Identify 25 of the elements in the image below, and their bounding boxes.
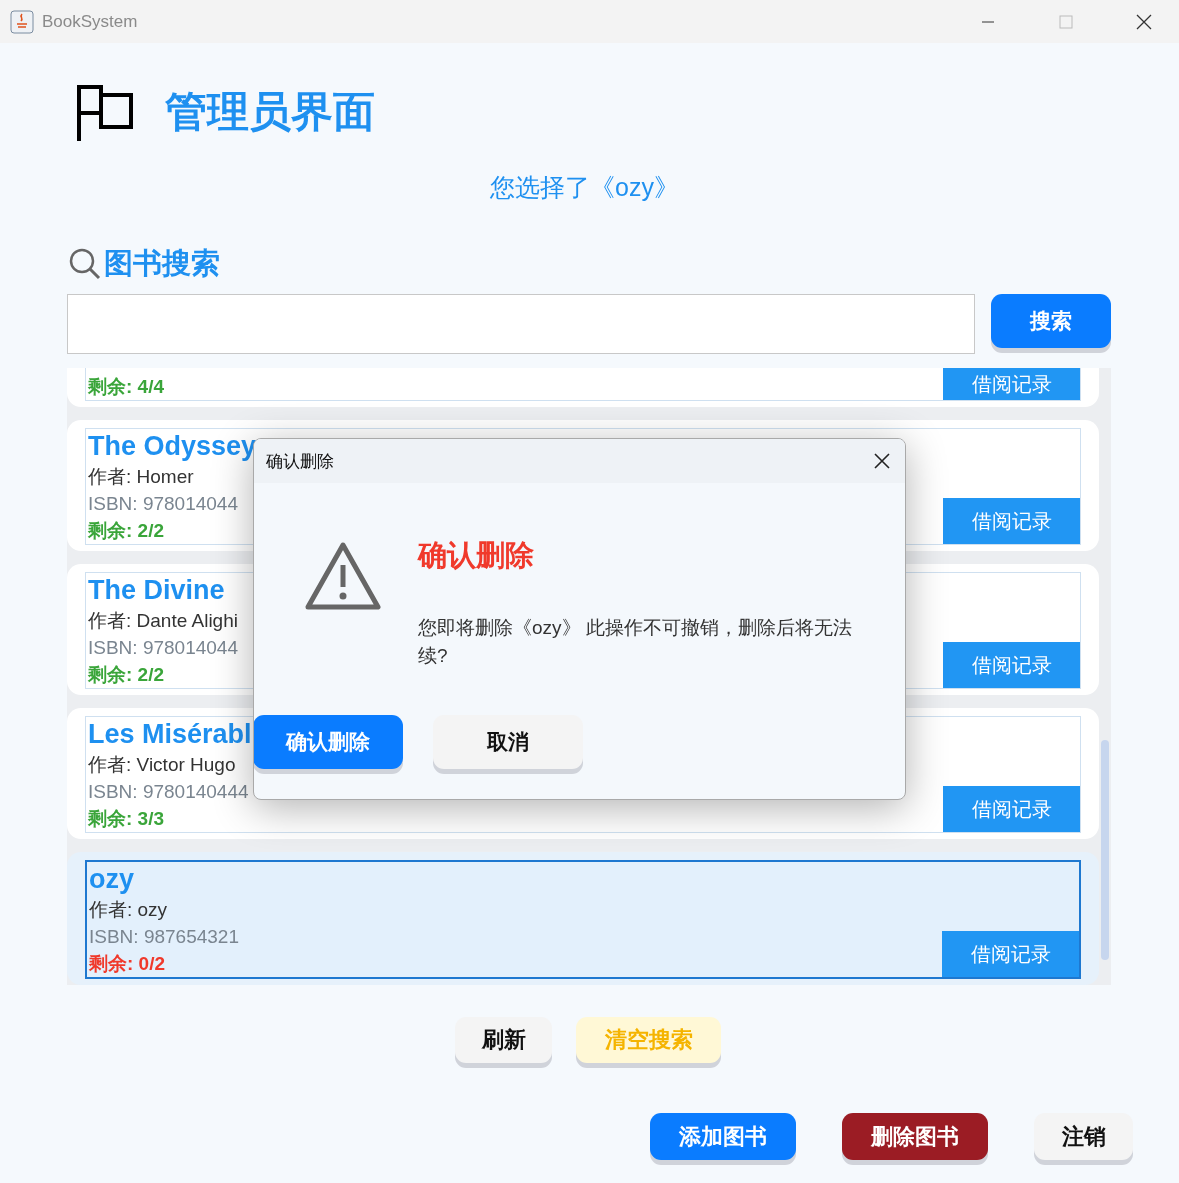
window-title: BookSystem bbox=[42, 11, 139, 32]
book-remaining: 剩余: 2/2 bbox=[88, 519, 165, 543]
book-remaining: 剩余: 0/2 bbox=[89, 952, 166, 976]
book-author: 作者: Victor Hugo bbox=[88, 753, 236, 777]
search-label: 图书搜索 bbox=[104, 246, 220, 281]
book-title: ozy bbox=[89, 863, 134, 896]
book-remaining: 剩余: 2/2 bbox=[88, 663, 165, 687]
selection-text: 您选择了《ozy》 bbox=[490, 173, 679, 201]
book-author: 作者: Dante Alighi bbox=[88, 609, 238, 633]
book-title: The Odyssey bbox=[88, 430, 257, 463]
dialog-message-line: 续? bbox=[418, 644, 449, 668]
book-isbn: ISBN: 978014044 bbox=[88, 492, 238, 516]
book-isbn: ISBN: 987654321 bbox=[89, 925, 239, 949]
book-author: 作者: ozy bbox=[89, 898, 168, 922]
book-title: The Divine bbox=[88, 574, 225, 607]
dialog-message-line: 您即将删除《ozy》 此操作不可撤销，删除后将无法 bbox=[418, 616, 852, 640]
dialog-heading: 确认删除 bbox=[418, 538, 535, 573]
dialog-title: 确认删除 bbox=[266, 450, 334, 473]
book-title: Les Misérabl bbox=[88, 718, 252, 751]
book-remaining: 剩余: 4/4 bbox=[88, 375, 165, 399]
book-isbn: ISBN: 9780140444 bbox=[88, 780, 249, 804]
book-remaining: 剩余: 3/3 bbox=[88, 807, 165, 831]
book-author: 作者: Homer bbox=[88, 465, 194, 489]
page-title: 管理员界面 bbox=[165, 87, 375, 137]
book-isbn: ISBN: 978014044 bbox=[88, 636, 238, 660]
